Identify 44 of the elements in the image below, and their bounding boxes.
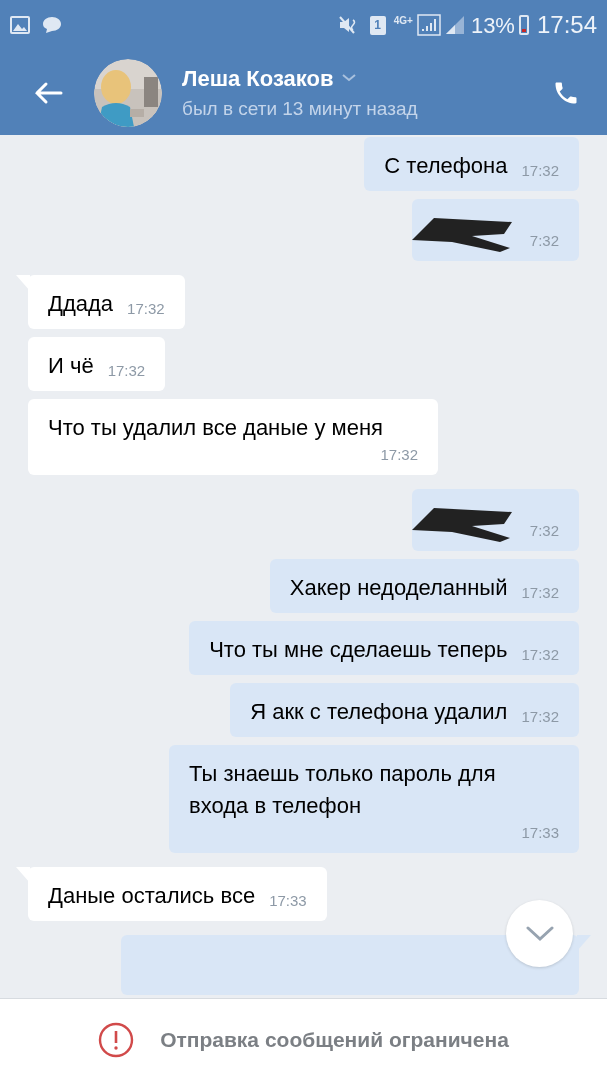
contact-name[interactable]: Леша Козаков	[182, 61, 334, 95]
message-text: Хакер недоделанный	[289, 574, 508, 602]
message-text: Ты знаешь только пароль для входа в телефон	[189, 760, 497, 820]
message-bubble[interactable]: Я акк с телефона удалил 17:32	[230, 683, 579, 737]
signal-icon	[444, 15, 465, 35]
message-time: 7:32	[529, 231, 559, 251]
message-time: 7:32	[529, 521, 559, 541]
message-time: 17:32	[521, 583, 559, 603]
battery-icon	[518, 15, 529, 35]
message-bubble[interactable]: С телефона 17:32	[364, 137, 579, 191]
message-text: Даные остались все	[48, 882, 256, 910]
message-text: С телефона	[384, 152, 508, 180]
message-time: 17:32	[107, 361, 146, 381]
message-bubble[interactable]: Что ты удалил все даные у меня 17:32	[28, 399, 438, 475]
message-bubble[interactable]: Ддада 17:32	[28, 275, 185, 329]
chevron-down-icon	[525, 925, 554, 942]
message-text: Я акк с телефона удалил	[250, 698, 508, 726]
message-time: 17:32	[127, 299, 165, 319]
message-bubble[interactable]: И чё 17:32	[28, 337, 166, 391]
message-text: Что ты мне сделаешь теперь	[209, 636, 508, 664]
gallery-icon	[10, 16, 30, 34]
message-time: 17:32	[521, 645, 559, 665]
sim-badge: 1	[369, 15, 386, 35]
battery-percent: 13%	[470, 11, 515, 40]
message-text: И чё	[48, 352, 94, 380]
message-time: 17:32	[521, 707, 559, 727]
message-time: 17:33	[521, 823, 559, 843]
message-bubble[interactable]: Хакер недоделанный 17:32	[269, 559, 579, 613]
chevron-down-icon[interactable]	[341, 74, 356, 83]
message-bubble[interactable]: Даные остались все 17:33	[28, 867, 327, 921]
message-time: 17:32	[521, 161, 559, 181]
message-bubble[interactable]: Что ты мне сделаешь теперь 17:32	[189, 621, 579, 675]
clock: 17:54	[536, 10, 597, 40]
message-bubble[interactable]: Ты знаешь только пароль для входа в телефон 17:33	[169, 745, 579, 853]
warning-icon	[98, 1021, 135, 1058]
restriction-notice: Отправка сообщений ограничена	[160, 1026, 509, 1053]
chat-icon	[42, 16, 62, 34]
message-time: 17:32	[380, 445, 418, 465]
network-type: 4G+	[393, 16, 413, 26]
message-text: Что ты удалил все даные у меня	[48, 414, 383, 442]
message-text: Ддада	[48, 290, 114, 318]
last-seen: был в сети 13 минут назад	[182, 96, 418, 121]
message-time: 17:33	[269, 891, 307, 911]
signal-icon	[416, 14, 441, 36]
